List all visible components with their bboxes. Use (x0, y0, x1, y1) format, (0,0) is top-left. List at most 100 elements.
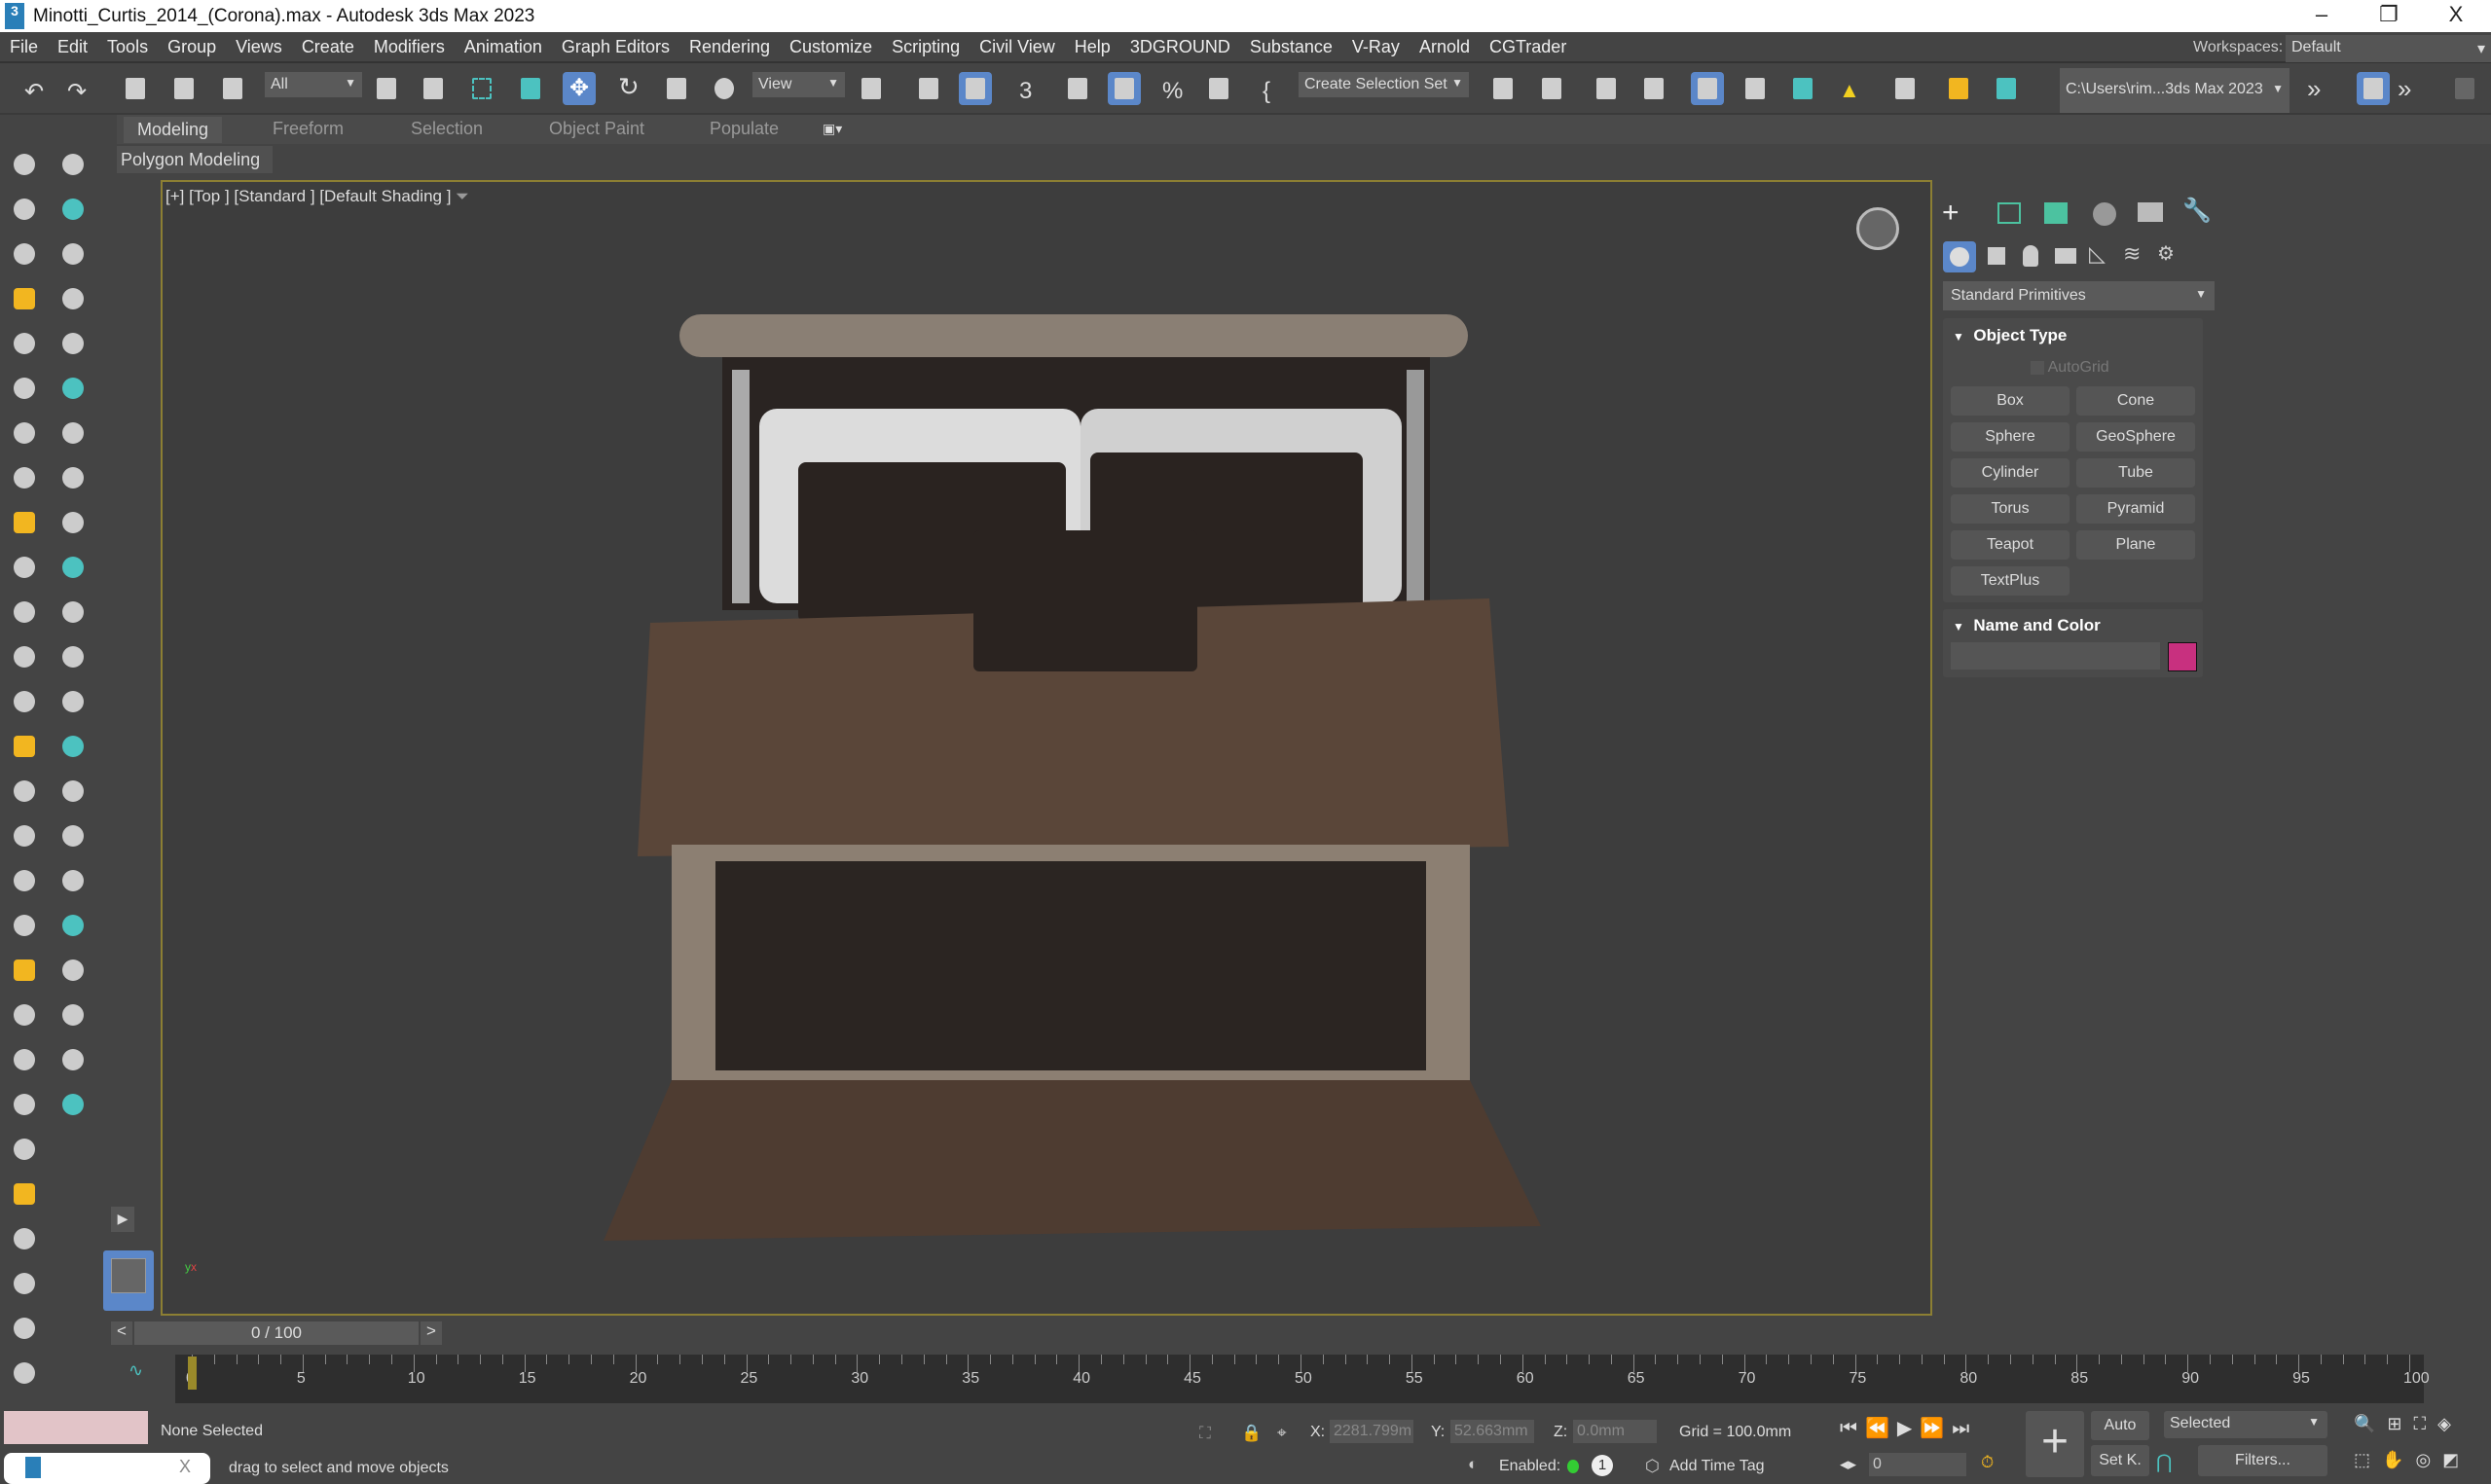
pan-hand-icon[interactable]: ✋ (2382, 1450, 2415, 1469)
go-to-end-button[interactable]: ⏭ (1952, 1418, 1977, 1439)
torus-button[interactable]: Torus (1951, 494, 2070, 524)
motion-tab-icon[interactable] (2093, 202, 2116, 226)
time-slider-thumb[interactable]: 0 / 100 (134, 1321, 419, 1345)
frame-tick (591, 1355, 593, 1364)
add-time-tag-button[interactable]: Add Time Tag (1669, 1458, 1765, 1475)
zoom-extents-all-icon[interactable]: ◈ (2437, 1414, 2463, 1433)
prev-key-button[interactable]: ⏪ (1865, 1418, 1897, 1439)
zoom-all-icon[interactable]: ⊞ (2387, 1414, 2413, 1433)
bed-runner-inner (715, 861, 1426, 1070)
sphere-button[interactable]: Sphere (1951, 422, 2070, 452)
tube-button[interactable]: Tube (2076, 458, 2195, 488)
play-button[interactable]: ▶ (1897, 1418, 1920, 1439)
filters-button[interactable]: Filters... (2198, 1445, 2327, 1476)
category-value: Standard Primitives (1951, 287, 2086, 304)
z-coordinate-field[interactable]: 0.0mm (1573, 1420, 1657, 1443)
frame-tick (1877, 1355, 1879, 1364)
geometry-category-button[interactable] (1943, 241, 1976, 272)
track-bar[interactable]: 0510152025303540455055606570758085909510… (175, 1355, 2430, 1403)
frame-label: 10 (407, 1370, 425, 1387)
adaptive-degradation-icon[interactable]: ◐ (1468, 1455, 1478, 1474)
systems-category-icon[interactable]: ⚙ (2157, 241, 2175, 266)
frame-tick (2320, 1355, 2322, 1364)
frame-tick (2253, 1355, 2255, 1364)
lock-icon[interactable]: 🔒 (1241, 1424, 1262, 1443)
time-config-icon[interactable]: ⏱ (1981, 1453, 1994, 1472)
frame-tick (1766, 1355, 1768, 1364)
time-slider[interactable]: < 0 / 100 > (107, 1319, 1937, 1348)
time-tag-icon: ⬡ (1645, 1457, 1660, 1475)
object-name-input[interactable] (1951, 642, 2160, 670)
frame-tick (2009, 1355, 2011, 1364)
helpers-category-icon[interactable]: ◺ (2089, 241, 2106, 267)
textplus-button[interactable]: TextPlus (1951, 566, 2070, 596)
pyramid-button[interactable]: Pyramid (2076, 494, 2195, 524)
y-coordinate-field[interactable]: 52.663mm (1450, 1420, 1534, 1443)
curve-editor-mini-icon[interactable]: ∿ (128, 1360, 143, 1381)
lights-category-icon[interactable] (2023, 245, 2038, 267)
key-mode-toggle[interactable]: ◂▸ (1840, 1455, 1856, 1474)
taskbar-thumbnail[interactable]: X (4, 1453, 210, 1484)
frame-label: 40 (1073, 1370, 1090, 1387)
zoom-icon[interactable]: 🔍 (2354, 1414, 2387, 1433)
autogrid-checkbox[interactable]: AutoGrid (2031, 359, 2109, 377)
cone-button[interactable]: Cone (2076, 386, 2195, 416)
shapes-category-icon[interactable] (1988, 247, 2005, 265)
utilities-tab-icon[interactable]: 🔧 (2182, 197, 2212, 225)
category-dropdown[interactable]: Standard Primitives ▼ (1943, 281, 2215, 310)
frame-tick (723, 1355, 725, 1364)
frame-tick (812, 1355, 814, 1364)
maxscript-listener[interactable] (4, 1411, 148, 1444)
cameras-category-icon[interactable] (2055, 248, 2076, 264)
frame-tick (701, 1355, 703, 1364)
name-color-header[interactable]: ▼ Name and Color (1953, 616, 2101, 635)
name-color-rollout: ▼ Name and Color (1943, 609, 2203, 677)
frame-tick (1100, 1355, 1102, 1364)
go-to-start-button[interactable]: ⏮ (1840, 1418, 1865, 1439)
frame-tick (768, 1355, 770, 1364)
zoom-region-icon[interactable]: ⬚ (2354, 1450, 2382, 1469)
object-type-header[interactable]: ▼ Object Type (1953, 326, 2067, 345)
current-frame-field[interactable]: 0 (1869, 1453, 1966, 1476)
x-coordinate-field[interactable]: 2281.799m (1330, 1420, 1413, 1443)
hierarchy-tab-icon[interactable] (2044, 202, 2068, 224)
next-frame-button[interactable]: > (421, 1321, 442, 1345)
frame-tick (324, 1355, 326, 1364)
auto-key-button[interactable]: Auto (2091, 1411, 2149, 1440)
key-mode-value: Selected (2170, 1415, 2231, 1431)
cylinder-button[interactable]: Cylinder (1951, 458, 2070, 488)
create-tab-icon[interactable]: + (1942, 197, 1960, 230)
plane-button[interactable]: Plane (2076, 530, 2195, 560)
prev-frame-button[interactable]: < (111, 1321, 132, 1345)
key-filter-dropdown[interactable]: Selected ▼ (2164, 1411, 2327, 1438)
frame-tick (945, 1355, 947, 1364)
isolate-icon[interactable]: ⛶ (1199, 1424, 1211, 1443)
teapot-button[interactable]: Teapot (1951, 530, 2070, 560)
frame-tick (1367, 1355, 1369, 1364)
current-frame-marker[interactable] (188, 1357, 197, 1390)
zoom-extents-icon[interactable]: ⛶ (2414, 1414, 2438, 1433)
frame-tick (568, 1355, 570, 1364)
frame-tick (1433, 1355, 1435, 1364)
object-color-swatch[interactable] (2168, 642, 2197, 671)
next-key-button[interactable]: ⏩ (1920, 1418, 1952, 1439)
frame-tick (546, 1355, 548, 1364)
box-button[interactable]: Box (1951, 386, 2070, 416)
set-key-large-button[interactable]: + (2026, 1411, 2084, 1477)
set-key-button[interactable]: Set K. (2091, 1445, 2149, 1476)
orbit-icon[interactable]: ◎ (2415, 1450, 2442, 1469)
app-logo-icon (25, 1457, 41, 1478)
absolute-mode-icon[interactable]: ⌖ (1277, 1424, 1287, 1443)
frame-tick (1655, 1355, 1657, 1364)
maximize-viewport-icon[interactable]: ◩ (2442, 1450, 2471, 1469)
display-tab-icon[interactable] (2138, 202, 2163, 222)
space-warps-category-icon[interactable]: ≋ (2123, 241, 2141, 267)
enabled-count-badge[interactable]: 1 (1592, 1455, 1613, 1476)
frame-tick (1122, 1355, 1124, 1364)
close-icon[interactable]: X (179, 1457, 191, 1477)
key-tangent-icon[interactable]: ⋂ (2156, 1450, 2172, 1474)
viewport-nav-row-2: ⬚✋◎◩ (2354, 1450, 2471, 1470)
frame-tick (1211, 1355, 1213, 1364)
geosphere-button[interactable]: GeoSphere (2076, 422, 2195, 452)
modify-tab-icon[interactable] (1997, 202, 2021, 224)
